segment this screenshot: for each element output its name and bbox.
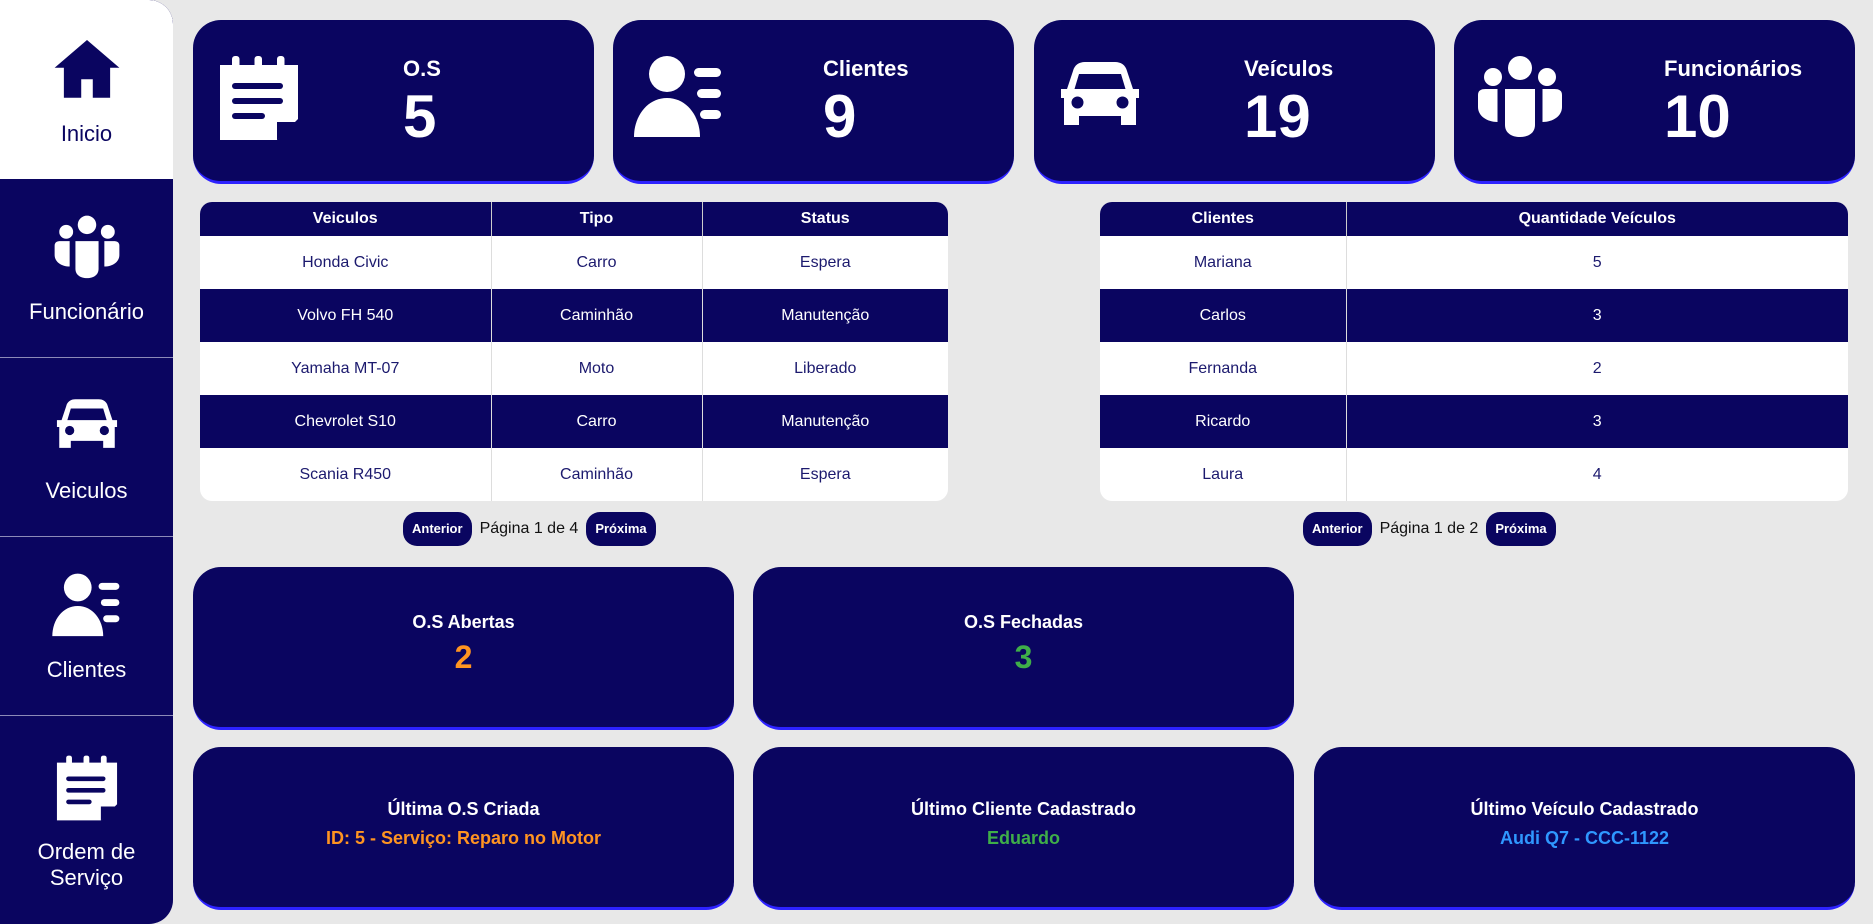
column-header: Veiculos [200, 202, 492, 236]
table-row: Scania R450 Caminhão Espera [200, 448, 948, 501]
last-client-value: Eduardo [986, 828, 1060, 848]
clients-pagination: Anterior Página 1 de 2 Próxima [1303, 512, 1556, 546]
sidebar-item-funcionario[interactable]: Funcionário [0, 179, 173, 358]
column-header: Status [702, 202, 948, 236]
stat-title: O.S [403, 56, 441, 81]
table-cell: Honda Civic [200, 236, 492, 289]
last-vehicle-card: Último Veículo Cadastrado Audi Q7 - CCC-… [1314, 747, 1855, 910]
next-page-button[interactable]: Próxima [586, 512, 656, 546]
sidebar-item-ordem-de-servico[interactable]: Ordem de Serviço [0, 716, 173, 924]
card-title: O.S Fechadas [963, 612, 1084, 632]
stat-title: Funcionários [1664, 56, 1803, 81]
stat-card-funcionarios: Funcionários 10 [1454, 20, 1855, 184]
card-title: O.S Abertas [412, 612, 515, 632]
table-row: Carlos 3 [1100, 289, 1848, 342]
table-row: Ricardo 3 [1100, 395, 1848, 448]
table-cell: Espera [799, 465, 851, 483]
table-cell: Volvo FH 540 [200, 289, 492, 342]
sidebar-item-label: Clientes [46, 657, 127, 682]
os-open-card: O.S Abertas 2 [193, 567, 734, 730]
column-header: Tipo [491, 202, 703, 236]
client-icon [634, 56, 721, 137]
table-cell: Ricardo [1100, 395, 1347, 448]
table-cell: 4 [1592, 465, 1602, 483]
table-cell: Carro [491, 395, 703, 448]
sidebar-item-label: Ordem de Serviço [37, 838, 136, 890]
car-icon [56, 399, 117, 448]
table-row: Fernanda 2 [1100, 342, 1848, 395]
table-cell: Laura [1100, 448, 1347, 501]
next-page-button[interactable]: Próxima [1486, 512, 1556, 546]
last-os-card: Última O.S Criada ID: 5 - Serviço: Repar… [193, 747, 734, 910]
stat-value: 5 [403, 83, 437, 150]
sidebar-item-label: Funcionário [29, 299, 144, 324]
table-cell: Yamaha MT-07 [200, 342, 492, 395]
table-header-row: Veiculos Tipo Status [200, 202, 948, 236]
last-vehicle-value: Audi Q7 - CCC-1122 [1499, 828, 1670, 848]
table-row: Mariana 5 [1100, 236, 1848, 289]
table-cell: Manutenção [702, 289, 948, 342]
vehicles-table: Veiculos Tipo Status Honda Civic Carro E… [200, 202, 948, 501]
table-cell: 5 [1592, 253, 1602, 271]
clients-table: Clientes Quantidade Veículos Mariana 5 C… [1100, 202, 1848, 501]
stat-title: Clientes [823, 56, 909, 81]
table-cell: Chevrolet S10 [200, 395, 492, 448]
table-cell: 3 [1346, 289, 1848, 342]
last-client-card: Último Cliente Cadastrado Eduardo [753, 747, 1294, 910]
stat-value: 10 [1664, 83, 1731, 150]
table-row: Yamaha MT-07 Moto Liberado [200, 342, 948, 395]
table-cell: Mariana [1100, 236, 1347, 289]
sidebar-item-veiculos[interactable]: Veiculos [0, 358, 173, 537]
sidebar-item-label: Inicio [60, 120, 113, 146]
os-open-count: 2 [454, 639, 473, 675]
users-icon [1478, 56, 1562, 137]
vehicles-pagination: Anterior Página 1 de 4 Próxima [403, 512, 656, 546]
table-cell: Scania R450 [200, 448, 492, 501]
table-row: Honda Civic Carro Espera [200, 236, 948, 289]
table-cell: Carlos [1100, 289, 1347, 342]
table-header-row: Clientes Quantidade Veículos [1100, 202, 1848, 236]
table-cell: Carro [491, 236, 703, 289]
table-cell: Caminhão [491, 448, 703, 501]
users-icon [54, 215, 119, 279]
stat-card-os: O.S 5 [193, 20, 594, 184]
stat-value: 9 [823, 83, 857, 150]
notepad-icon [56, 755, 117, 820]
table-cell: Moto [491, 342, 703, 395]
table-row: Volvo FH 540 Caminhão Manutenção [200, 289, 948, 342]
prev-page-button[interactable]: Anterior [1303, 512, 1372, 546]
page-indicator: Página 1 de 4 [479, 520, 579, 537]
car-icon [1061, 62, 1139, 125]
stat-card-clientes: Clientes 9 [613, 20, 1014, 184]
prev-page-button[interactable]: Anterior [403, 512, 472, 546]
table-cell: 3 [1346, 395, 1848, 448]
last-os-value: ID: 5 - Serviço: Reparo no Motor [325, 828, 602, 848]
card-title: Último Veículo Cadastrado [1470, 799, 1699, 819]
table-cell: Espera [799, 253, 851, 271]
client-icon [51, 573, 119, 637]
card-title: Última O.S Criada [387, 799, 540, 819]
table-row: Laura 4 [1100, 448, 1848, 501]
sidebar-item-clientes[interactable]: Clientes [0, 537, 173, 716]
os-closed-count: 3 [1014, 639, 1033, 675]
sidebar: Inicio Funcionário Veiculos Clientes Ord… [0, 0, 173, 924]
home-icon [54, 39, 119, 98]
column-header: Quantidade Veículos [1346, 202, 1848, 236]
table-cell: Liberado [794, 359, 857, 377]
os-closed-card: O.S Fechadas 3 [753, 567, 1294, 730]
page-indicator: Página 1 de 2 [1379, 520, 1479, 537]
sidebar-item-label: Veiculos [45, 478, 128, 503]
table-cell: 2 [1592, 359, 1602, 377]
stat-title: Veículos [1244, 56, 1334, 81]
column-header: Clientes [1100, 202, 1347, 236]
stat-card-veiculos: Veículos 19 [1034, 20, 1435, 184]
card-title: Último Cliente Cadastrado [910, 799, 1137, 819]
stat-value: 19 [1244, 83, 1311, 150]
table-cell: Caminhão [491, 289, 703, 342]
table-row: Chevrolet S10 Carro Manutenção [200, 395, 948, 448]
notepad-icon [220, 56, 298, 140]
table-cell: Fernanda [1100, 342, 1347, 395]
sidebar-item-inicio[interactable]: Inicio [0, 0, 173, 179]
table-cell: Manutenção [702, 395, 948, 448]
